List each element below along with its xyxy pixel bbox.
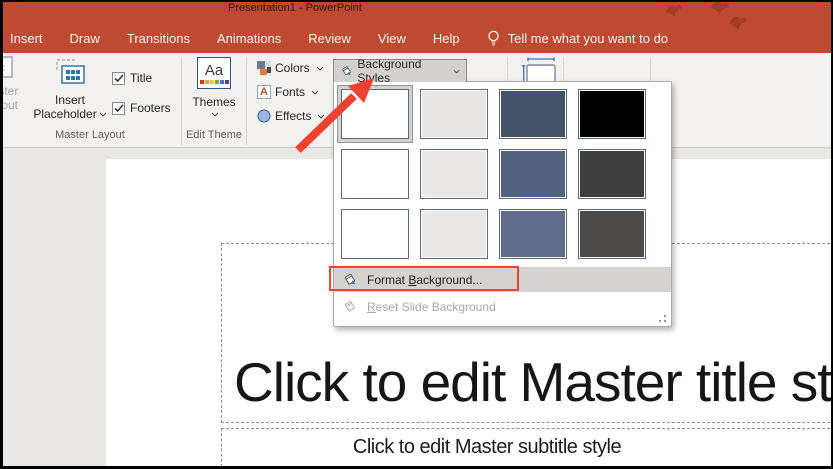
tab-transitions[interactable]: Transitions [127,31,190,46]
powerpoint-window: Presentation1 - PowerPoint Insert Draw T… [0,0,833,469]
tell-me-box[interactable]: Tell me what you want to do [487,30,668,47]
theme-fonts-icon: A [257,85,271,99]
footers-checkbox[interactable]: Footers [112,101,171,115]
resize-grip[interactable] [658,314,666,322]
fonts-button[interactable]: A Fonts [257,85,319,99]
background-style-swatch[interactable] [578,209,646,259]
tab-help[interactable]: Help [433,31,460,46]
bird-decoration [665,2,747,30]
themes-aa-icon: Aa [197,57,231,89]
title-checkbox[interactable]: Title [112,71,152,85]
background-style-swatch[interactable] [420,89,488,139]
master-layout-button[interactable]: Master Layout [0,56,30,112]
master-subtitle-placeholder[interactable]: Click to edit Master subtitle style [221,428,833,469]
group-divider [246,57,247,145]
reset-slide-background-menu-item: Reset Slide Background [334,294,671,319]
background-styles-button[interactable]: Background Styles [333,57,467,85]
fonts-label: Fonts [275,85,306,99]
background-style-swatch[interactable] [341,89,409,139]
colors-button[interactable]: Colors [257,61,324,75]
checkbox-checked-icon [112,71,125,85]
themes-label: Themes [192,95,236,109]
tab-animations[interactable]: Animations [217,31,281,46]
window-title: Presentation1 - PowerPoint [228,2,362,14]
group-label-master-layout: Master Layout [55,129,125,141]
chevron-down-icon [453,69,460,73]
background-style-swatch[interactable] [499,149,567,199]
background-style-swatch[interactable] [499,209,567,259]
reset-background-icon [344,300,355,312]
master-subtitle-text: Click to edit Master subtitle style [352,436,622,458]
chevron-down-icon [316,66,324,71]
themes-button[interactable]: Aa Themes [188,57,240,117]
checkbox-checked-icon [112,101,125,115]
colors-label: Colors [275,61,310,75]
insert-placeholder-label-2: Placeholder [33,107,107,121]
group-label-edit-theme: Edit Theme [185,129,243,141]
annotation-rectangle [329,266,519,291]
tell-me-label: Tell me what you want to do [507,31,669,46]
effects-label: Effects [275,109,312,123]
group-divider [181,57,182,145]
footers-checkbox-label: Footers [130,101,171,115]
theme-colors-icon [257,61,271,75]
insert-placeholder-icon [56,59,85,84]
paint-bucket-icon [342,66,351,76]
master-title-text: Click to edit Master title style [234,351,833,413]
slide-size-icon[interactable] [516,57,558,83]
chevron-down-icon [211,112,219,117]
reset-slide-background-label: Reset Slide Background [367,299,496,314]
master-layout-label-2: Layout [0,98,19,112]
slide-layout-icon [0,56,13,78]
insert-placeholder-button[interactable]: Insert Placeholder [32,56,108,121]
tab-view[interactable]: View [378,31,406,46]
background-style-swatch[interactable] [341,209,409,259]
lightbulb-icon [487,30,499,46]
tab-review[interactable]: Review [308,31,351,46]
chevron-down-icon [318,114,325,119]
background-style-swatch[interactable] [420,149,488,199]
background-style-swatch[interactable] [578,149,646,199]
master-layout-label-1: Master [0,84,19,98]
background-style-swatch[interactable] [499,89,567,139]
background-styles-label: Background Styles [357,57,422,85]
title-checkbox-label: Title [130,71,153,85]
tab-draw[interactable]: Draw [70,31,100,46]
chevron-down-icon [99,112,107,117]
title-bar: Presentation1 - PowerPoint Insert Draw T… [0,0,833,53]
background-style-gallery [341,89,646,259]
theme-effects-icon [257,109,271,123]
tab-insert[interactable]: Insert [10,31,43,46]
chevron-down-icon [311,90,319,95]
background-style-swatch[interactable] [341,149,409,199]
insert-placeholder-label-1: Insert [54,93,85,107]
ribbon-tab-bar: Insert Draw Transitions Animations Revie… [10,30,668,47]
background-style-swatch[interactable] [420,209,488,259]
effects-button[interactable]: Effects [257,109,325,123]
background-style-swatch[interactable] [578,89,646,139]
